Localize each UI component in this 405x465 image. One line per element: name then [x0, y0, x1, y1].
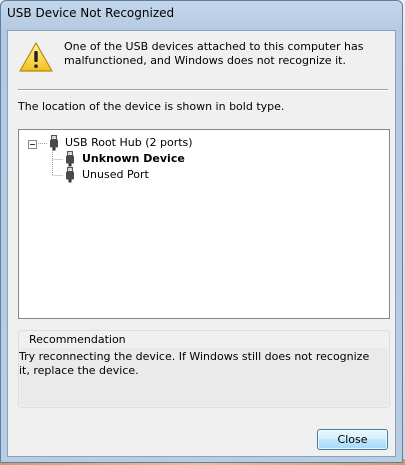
tree-item-label: Unused Port — [82, 168, 149, 181]
location-hint: The location of the device is shown in b… — [18, 100, 285, 113]
tree-item-label: USB Root Hub (2 ports) — [65, 136, 193, 149]
usb-connector-icon — [66, 151, 74, 167]
tree-item-root-hub[interactable]: USB Root Hub (2 ports) — [65, 135, 193, 151]
separator — [18, 89, 388, 91]
close-button[interactable]: Close — [317, 429, 388, 450]
usb-connector-icon — [66, 167, 74, 183]
dialog-client-area: One of the USB devices attached to this … — [7, 30, 396, 457]
recommendation-text: Try reconnecting the device. If Windows … — [19, 350, 370, 377]
tree-item-unknown-device[interactable]: Unknown Device — [82, 151, 185, 167]
dialog-window: USB Device Not Recognized One of the USB… — [0, 0, 403, 463]
collapse-toggle[interactable] — [28, 140, 37, 149]
tree-item-label: Unknown Device — [82, 152, 185, 165]
tree-item-unused-port[interactable]: Unused Port — [82, 167, 149, 183]
recommendation-label: Recommendation — [27, 333, 128, 346]
usb-connector-icon — [50, 135, 58, 151]
title-bar[interactable]: USB Device Not Recognized — [1, 1, 402, 29]
window-title: USB Device Not Recognized — [7, 6, 175, 20]
device-tree[interactable]: USB Root Hub (2 ports) Unknown Device Un… — [18, 129, 390, 319]
warning-icon — [19, 42, 53, 72]
error-message: One of the USB devices attached to this … — [64, 40, 364, 67]
